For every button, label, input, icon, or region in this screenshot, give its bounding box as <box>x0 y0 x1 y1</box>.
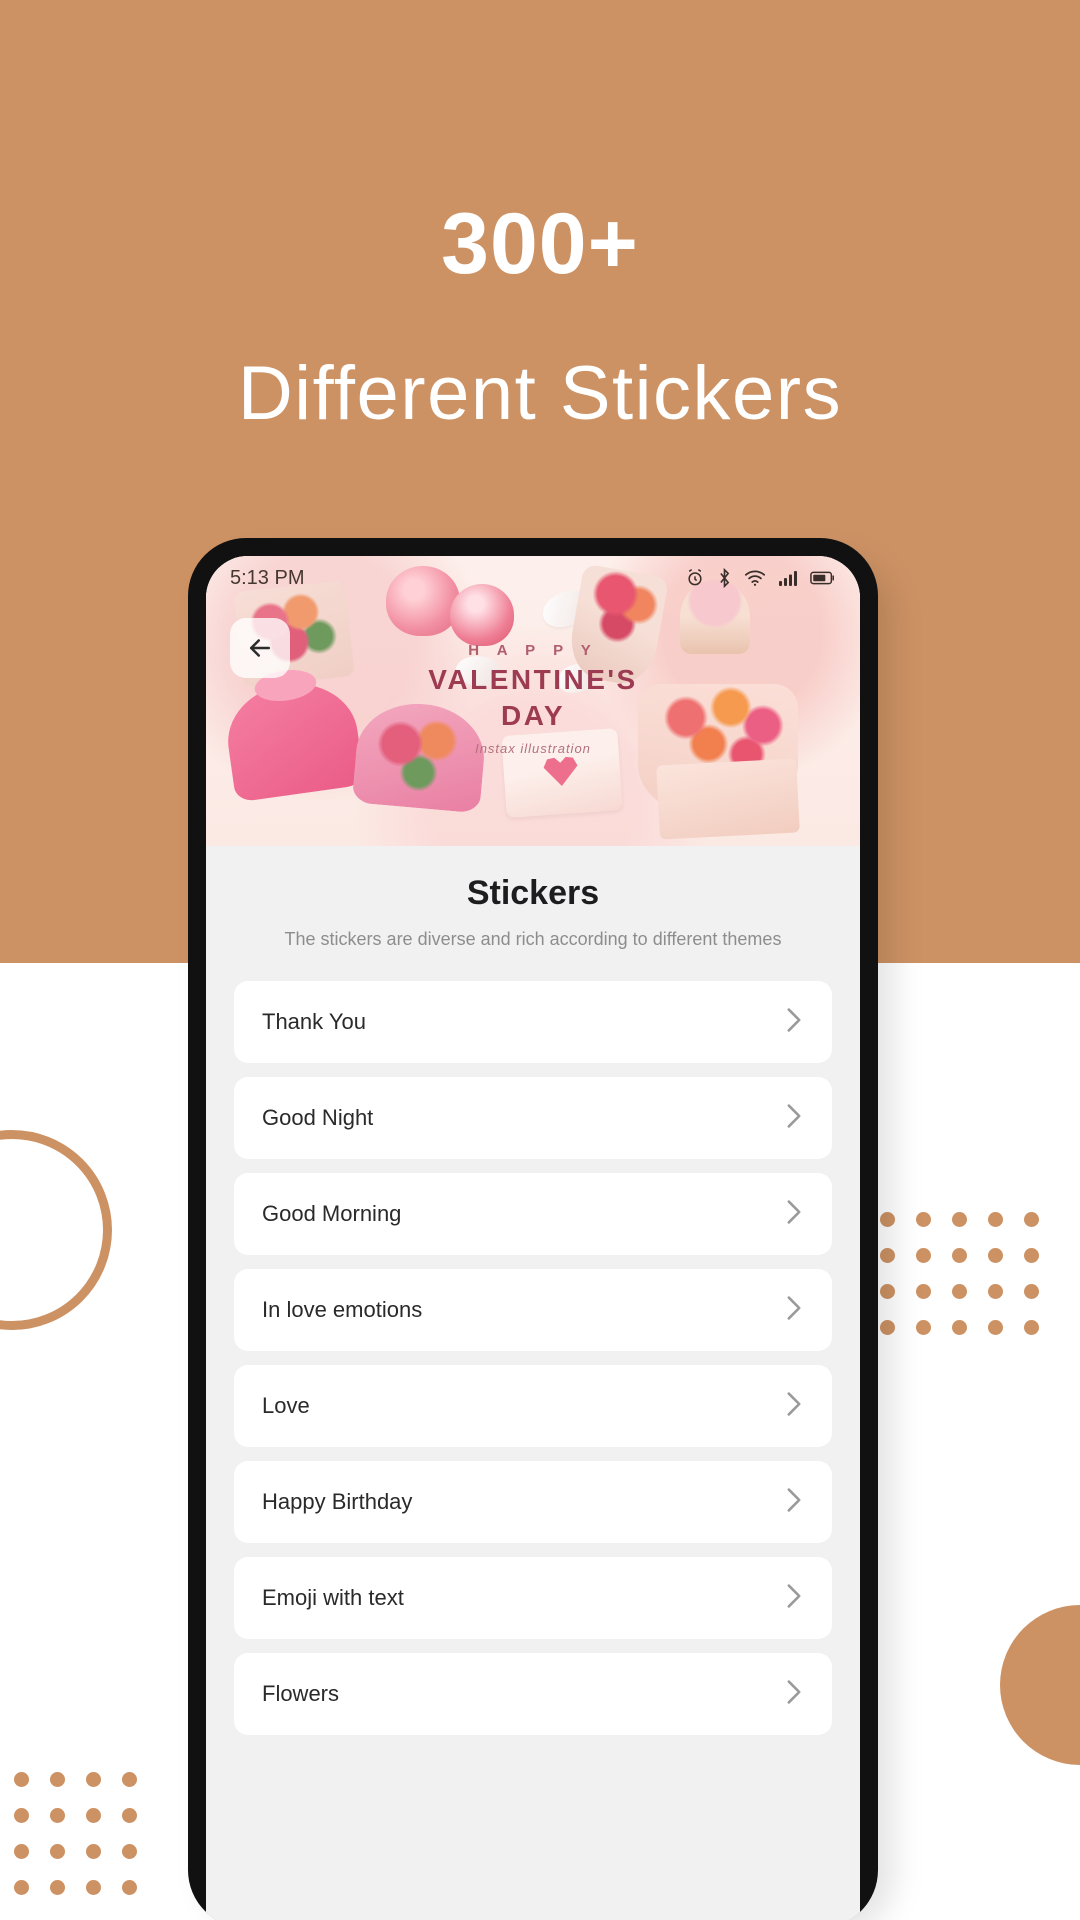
chevron-right-icon <box>784 1007 804 1038</box>
list-item[interactable]: Happy Birthday <box>234 1461 832 1544</box>
hero-signature-text: Instax illustration <box>475 741 591 757</box>
chevron-right-icon <box>784 1103 804 1134</box>
phone-screen: 5:13 PM H A P P Y VALENTINE'S DAY Instax… <box>206 556 860 1920</box>
list-item[interactable]: Thank You <box>234 981 832 1064</box>
phone-mockup: 5:13 PM H A P P Y VALENTINE'S DAY Instax… <box>188 538 878 1920</box>
cellular-signal-icon <box>778 569 798 587</box>
promo-count: 300+ <box>441 196 639 292</box>
list-item-label: Happy Birthday <box>262 1489 413 1515</box>
list-item-label: Emoji with text <box>262 1585 404 1611</box>
chevron-right-icon <box>784 1679 804 1710</box>
decorative-circle-outline <box>0 1130 112 1330</box>
list-item[interactable]: Flowers <box>234 1653 832 1736</box>
list-item[interactable]: Emoji with text <box>234 1557 832 1640</box>
list-item-label: Good Night <box>262 1105 374 1131</box>
back-button[interactable] <box>230 618 290 678</box>
chevron-right-icon <box>784 1583 804 1614</box>
hero-day-text: DAY <box>500 700 566 732</box>
hero-valentines-text: VALENTINE'S <box>428 664 638 695</box>
list-item-label: Flowers <box>262 1681 340 1707</box>
sticker-category-list: Thank You Good Night Good Morning In lov… <box>234 981 832 1736</box>
alarm-icon <box>685 568 705 588</box>
list-item[interactable]: Good Night <box>234 1077 832 1160</box>
promo-headline: Different Stickers <box>237 351 843 436</box>
envelope-illustration <box>656 758 800 840</box>
chevron-right-icon <box>784 1487 804 1518</box>
list-item[interactable]: In love emotions <box>234 1269 832 1352</box>
decorative-dot-grid-right <box>880 1212 1039 1335</box>
decorative-circle-solid <box>1000 1605 1080 1765</box>
list-item-label: Thank You <box>262 1009 366 1035</box>
screen-content: Stickers The stickers are diverse and ri… <box>206 846 860 1920</box>
arrow-left-icon <box>245 633 275 663</box>
page-title: Stickers <box>466 874 600 912</box>
status-bar: 5:13 PM <box>206 556 860 600</box>
battery-icon <box>810 570 836 586</box>
status-time: 5:13 PM <box>230 566 305 589</box>
chevron-right-icon <box>784 1295 804 1326</box>
list-item[interactable]: Love <box>234 1365 832 1448</box>
hero-title-group: H A P P Y VALENTINE'S DAY Instax illustr… <box>206 642 860 756</box>
list-item-label: Love <box>262 1393 310 1419</box>
bluetooth-icon <box>717 568 732 588</box>
status-icons <box>685 568 836 588</box>
promo-page: 300+ Different Stickers 5:13 PM H A P P … <box>0 0 1080 1920</box>
list-item-label: Good Morning <box>262 1201 402 1227</box>
list-item[interactable]: Good Morning <box>234 1173 832 1256</box>
chevron-right-icon <box>784 1391 804 1422</box>
chevron-right-icon <box>784 1199 804 1230</box>
page-subtitle: The stickers are diverse and rich accord… <box>284 929 782 949</box>
list-item-label: In love emotions <box>262 1297 423 1323</box>
decorative-dot-grid-left <box>14 1772 137 1895</box>
wifi-icon <box>744 569 766 587</box>
hero-happy-text: H A P P Y <box>468 642 598 659</box>
